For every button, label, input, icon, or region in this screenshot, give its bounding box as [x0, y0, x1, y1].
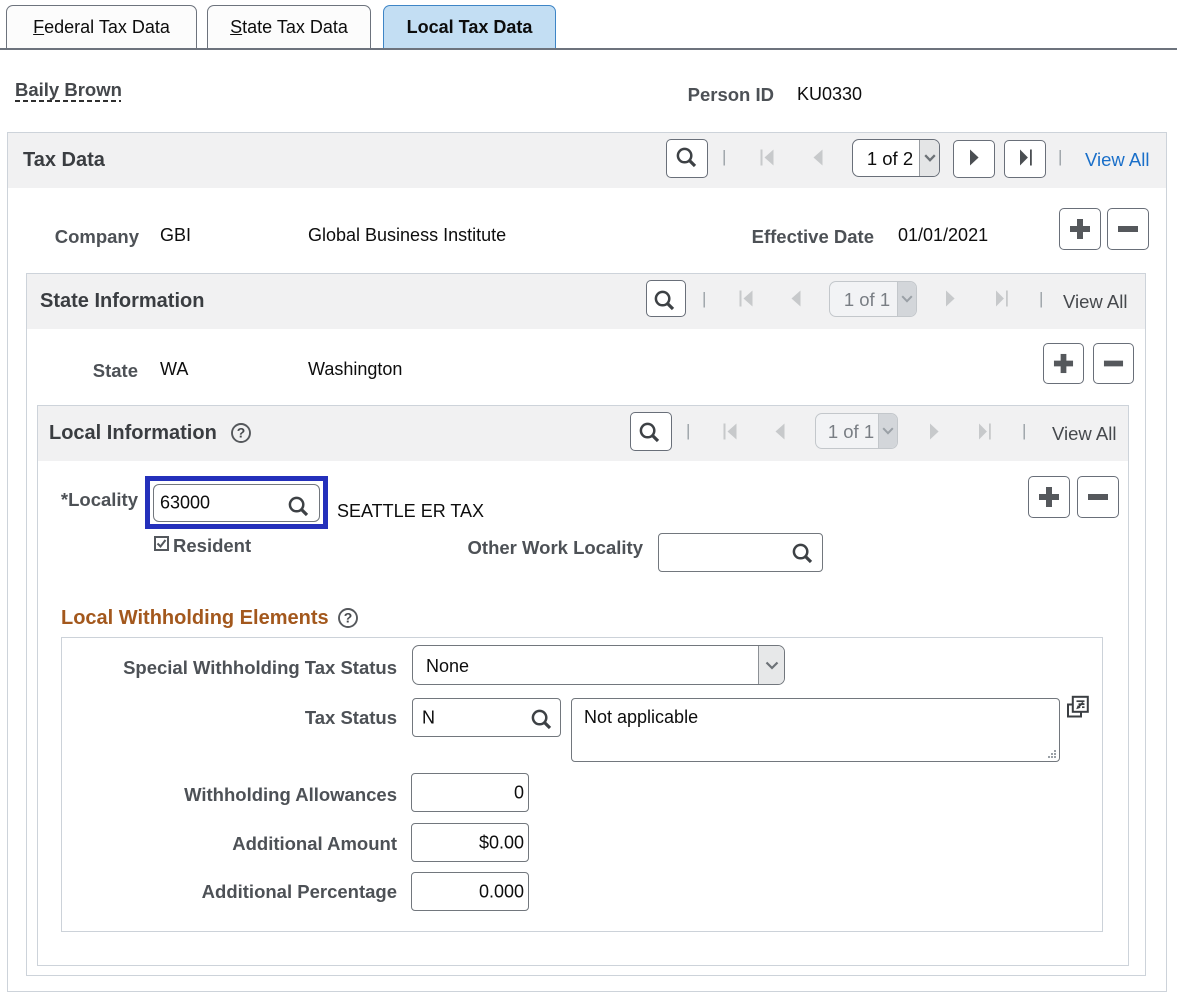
svg-text:?: ? [237, 425, 246, 441]
svg-text:?: ? [344, 610, 353, 626]
